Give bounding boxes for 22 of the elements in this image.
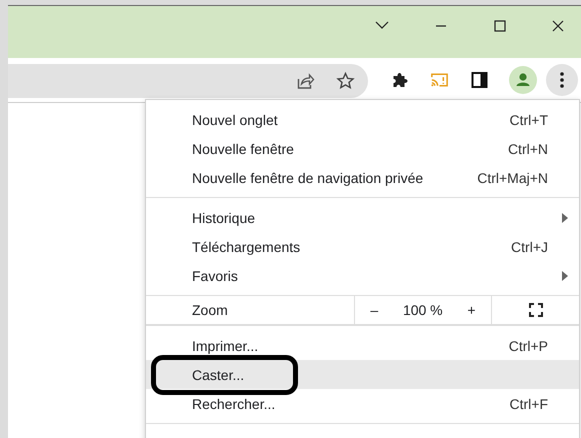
star-icon[interactable] xyxy=(335,71,356,91)
fullscreen-icon[interactable] xyxy=(528,303,542,317)
submenu-arrow-icon xyxy=(562,212,568,222)
menu-item[interactable]: Nouvel onglet Ctrl+T xyxy=(146,105,579,134)
zoom-level: 100 % xyxy=(402,302,443,318)
submenu-arrow-icon xyxy=(562,270,568,280)
menu-item[interactable]: Historique xyxy=(146,203,579,232)
menu-button[interactable] xyxy=(546,64,578,96)
menu-item[interactable]: Nouvelle fenêtre de navigation privée Ctrl+Maj+N xyxy=(146,163,579,192)
menu-item[interactable]: Caster... xyxy=(146,360,579,389)
menu-item[interactable]: Nouvelle fenêtre Ctrl+N xyxy=(146,134,579,163)
menu-item-label: Zoom xyxy=(191,301,229,320)
menu-icon xyxy=(559,71,565,89)
zoom-out-button[interactable]: – xyxy=(364,300,384,320)
menu-item[interactable]: Rechercher... Ctrl+F xyxy=(146,389,579,418)
zoom-in-button[interactable]: + xyxy=(461,300,482,320)
menu-item[interactable]: Imprimer... Ctrl+P xyxy=(146,331,579,360)
share-icon[interactable] xyxy=(295,71,316,91)
menu-item[interactable]: Favoris xyxy=(146,261,579,290)
profile-avatar-icon[interactable] xyxy=(509,66,537,94)
menu-item[interactable]: Téléchargements Ctrl+J xyxy=(146,232,579,261)
side-panel-icon[interactable] xyxy=(469,70,490,90)
